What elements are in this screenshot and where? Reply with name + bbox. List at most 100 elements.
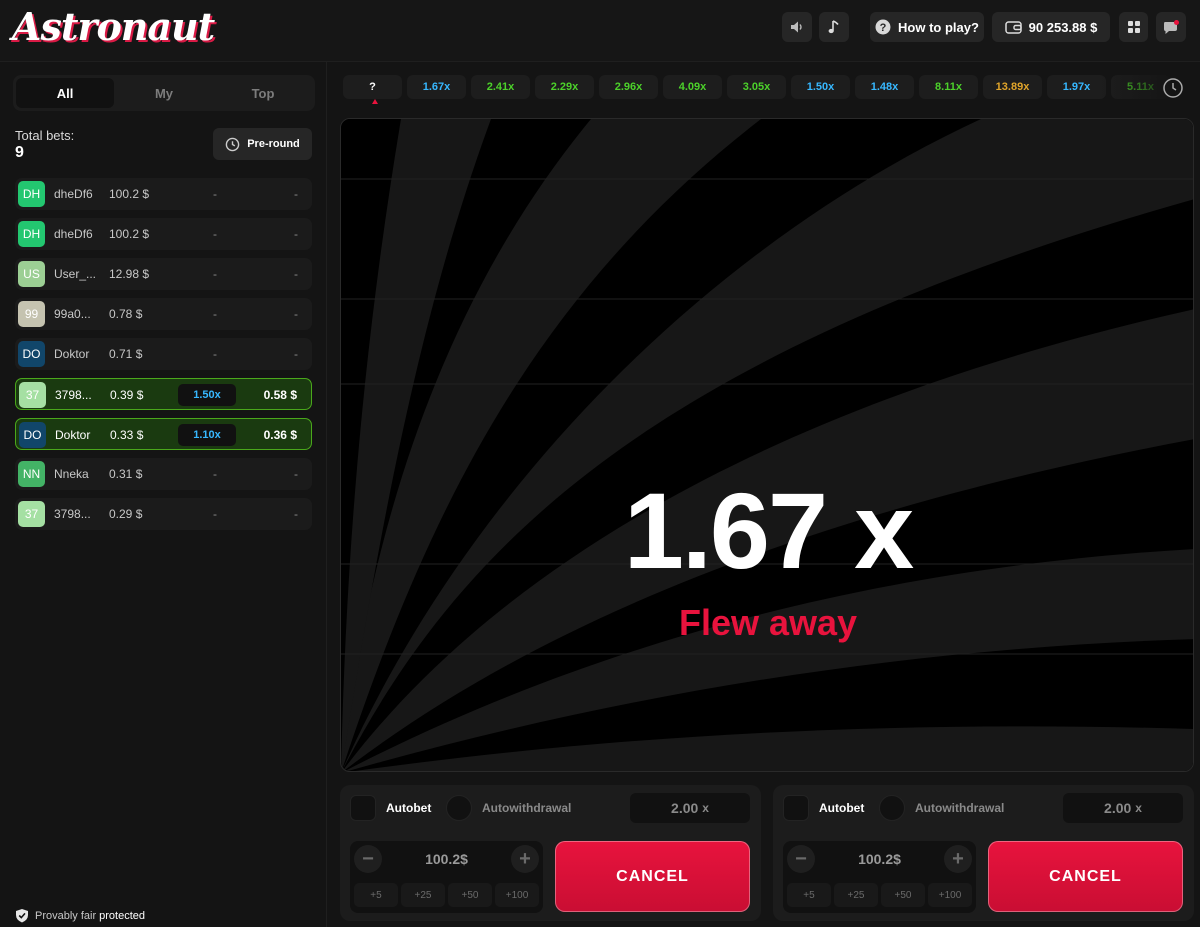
increase-stake-button[interactable]: + [944, 845, 972, 873]
speaker-icon [791, 21, 802, 33]
bet-amount: 100.2 $ [109, 187, 150, 201]
autobet-checkbox[interactable] [783, 795, 809, 821]
history-item[interactable]: 3.05x [727, 75, 786, 99]
multiplier-history: ? 1.67x 2.41x 2.29x 2.96x 4.09x 3.05x 1.50x 1.48… [340, 72, 1195, 104]
bet-amount: 100.2 $ [109, 227, 150, 241]
quick-add-50[interactable]: +50 [448, 883, 492, 907]
bet-cashout: - [294, 267, 298, 281]
bet-username: Doktor [55, 428, 91, 442]
bet-cashout: - [294, 467, 298, 481]
autowithdrawal-input[interactable]: 2.00 x [1063, 793, 1183, 823]
bet-row: US User_... 12.98 $ - - [15, 258, 312, 290]
balance-button[interactable]: 90 253.88 $ [992, 12, 1110, 42]
autobet-label: Autobet [819, 801, 865, 815]
bet-username: 3798... [54, 507, 91, 521]
game-canvas: 1.67 x Flew away [340, 118, 1194, 772]
chat-icon [1164, 20, 1179, 34]
bet-cashout: - [294, 307, 298, 321]
cancel-bet-button[interactable]: CANCEL [988, 841, 1183, 912]
bet-cashout: - [294, 187, 298, 201]
preround-button[interactable]: Pre-round [213, 128, 312, 160]
avatar: 37 [19, 382, 46, 408]
sound-button[interactable] [782, 12, 812, 42]
bet-amount: 12.98 $ [109, 267, 150, 281]
cancel-bet-button[interactable]: CANCEL [555, 841, 750, 912]
history-item[interactable]: 1.48x [855, 75, 914, 99]
history-item[interactable]: 2.96x [599, 75, 658, 99]
tab-top[interactable]: Top [214, 78, 312, 108]
history-item[interactable]: 2.29x [535, 75, 594, 99]
quick-add-5[interactable]: +5 [787, 883, 831, 907]
autobet-label: Autobet [386, 801, 432, 815]
autowithdrawal-toggle[interactable] [446, 795, 472, 821]
bet-username: Doktor [54, 347, 90, 361]
bet-panel-1: Autobet Autowithdrawal 2.00 x − 100.2$ +… [340, 785, 761, 921]
bet-multiplier: - [213, 267, 217, 281]
stake-control: − 100.2$ + +5 +25 +50 +100 [783, 841, 976, 913]
bet-amount: 0.39 $ [110, 388, 144, 402]
quick-add-50[interactable]: +50 [881, 883, 925, 907]
quick-add-100[interactable]: +100 [928, 883, 972, 907]
avatar: DH [18, 221, 45, 247]
history-current[interactable]: ? [343, 75, 402, 104]
bet-cashout: 0.36 $ [263, 428, 297, 442]
history-item[interactable]: 4.09x [663, 75, 722, 99]
avatar: US [18, 261, 45, 287]
background-rays [341, 119, 1193, 771]
bet-panel-2: Autobet Autowithdrawal 2.00 x − 100.2$ +… [773, 785, 1194, 921]
bet-row: 37 3798... 0.39 $ 1.50x 0.58 $ [15, 378, 312, 410]
tab-all[interactable]: All [16, 78, 114, 108]
history-item[interactable]: 2.41x [471, 75, 530, 99]
total-bets-label: Total bets: [15, 128, 75, 143]
how-to-play-button[interactable]: ? How to play? [870, 12, 984, 42]
bet-row: 99 99a0... 0.78 $ - - [15, 298, 312, 330]
history-item[interactable]: 1.67x [407, 75, 466, 99]
bet-cashout: 0.58 $ [263, 388, 297, 402]
clock-icon [225, 137, 240, 151]
quick-add-25[interactable]: +25 [834, 883, 878, 907]
bet-row: NN Nneka 0.31 $ - - [15, 458, 312, 490]
bet-amount: 0.71 $ [109, 347, 143, 361]
history-item[interactable]: 13.89x [983, 75, 1042, 99]
quick-add-5[interactable]: +5 [354, 883, 398, 907]
music-button[interactable] [819, 12, 849, 42]
grid-icon [1127, 21, 1140, 33]
bet-cashout: - [294, 347, 298, 361]
bet-multiplier: - [213, 187, 217, 201]
provably-fair[interactable]: Provably fair protected [15, 908, 145, 923]
autobet-checkbox[interactable] [350, 795, 376, 821]
multiplier-value: 1.67 [623, 470, 828, 591]
current-multiplier: 1.67 x [341, 477, 1193, 585]
history-item[interactable]: 1.97x [1047, 75, 1106, 99]
autowithdrawal-input[interactable]: 2.00 x [630, 793, 750, 823]
menu-button[interactable] [1119, 12, 1148, 42]
bets-panel: All My Top Total bets: 9 Pre-round DH dhe… [0, 62, 327, 927]
avatar: 99 [18, 301, 45, 327]
quick-add-100[interactable]: +100 [495, 883, 539, 907]
bet-multiplier: - [213, 347, 217, 361]
avatar: 37 [18, 501, 45, 527]
avatar: DO [19, 422, 46, 448]
autowithdrawal-label: Autowithdrawal [915, 801, 1005, 815]
bet-multiplier: - [213, 307, 217, 321]
stake-control: − 100.2$ + +5 +25 +50 +100 [350, 841, 543, 913]
increase-stake-button[interactable]: + [511, 845, 539, 873]
avatar: DH [18, 181, 45, 207]
fair-text: Provably fair [35, 909, 97, 922]
app-logo: Astronaut [12, 4, 215, 49]
history-item[interactable]: 1.50x [791, 75, 850, 99]
bet-username: dheDf6 [54, 227, 93, 241]
bet-username: User_... [54, 267, 97, 281]
history-button[interactable] [1162, 77, 1184, 104]
svg-text:?: ? [880, 22, 887, 34]
autowithdrawal-toggle[interactable] [879, 795, 905, 821]
chat-button[interactable] [1156, 12, 1186, 42]
bet-row: DH dheDf6 100.2 $ - - [15, 218, 312, 250]
tab-my[interactable]: My [115, 78, 213, 108]
quick-add-25[interactable]: +25 [401, 883, 445, 907]
bet-row: DO Doktor 0.71 $ - - [15, 338, 312, 370]
history-item[interactable]: 8.11x [919, 75, 978, 99]
autowithdrawal-suffix: x [702, 801, 709, 815]
balance-value: 90 253.88 $ [1028, 19, 1098, 35]
avatar: DO [18, 341, 45, 367]
